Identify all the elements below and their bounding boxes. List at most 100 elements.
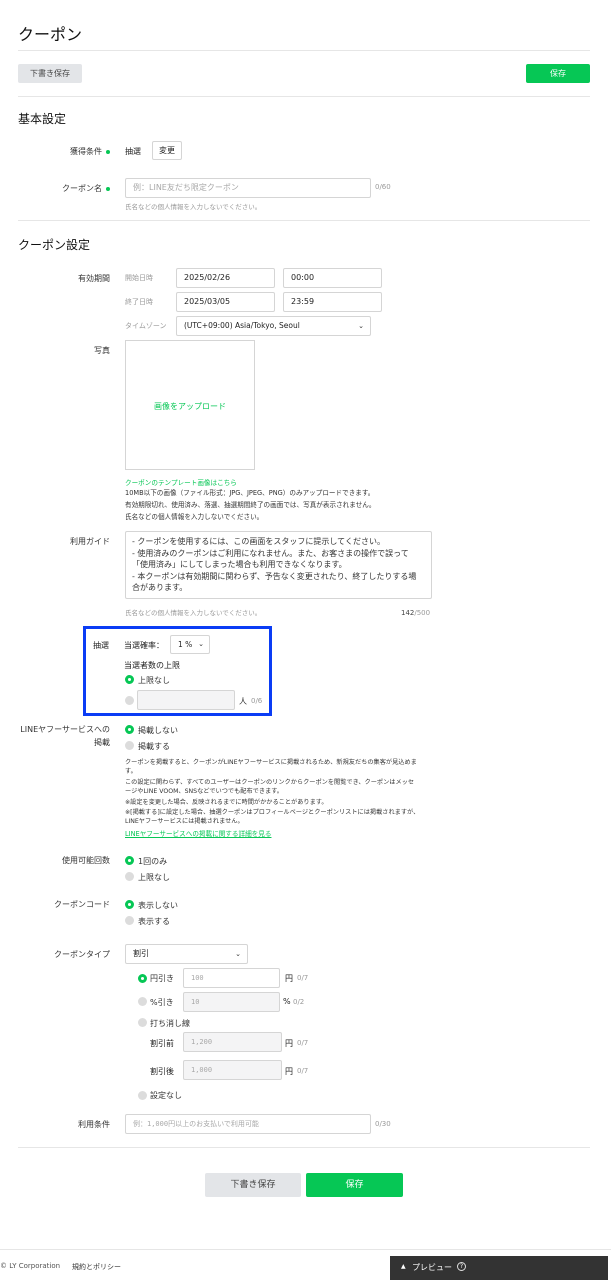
type-label: クーポンタイプ bbox=[54, 950, 110, 959]
before-counter: 0/7 bbox=[297, 1039, 309, 1047]
pct-unit: % bbox=[283, 997, 291, 1006]
guide-hint: 氏名などの個人情報を入力しないでください。 bbox=[125, 609, 262, 617]
chevron-down-icon: ⌄ bbox=[235, 950, 241, 958]
draft-save-button-bottom[interactable]: 下書き保存 bbox=[205, 1173, 301, 1197]
guide-textarea[interactable]: - クーポンを使用するには、この画面をスタッフに提示してください。 - 使用済み… bbox=[125, 531, 432, 599]
code-hide-radio[interactable] bbox=[125, 900, 134, 909]
code-label: クーポンコード bbox=[54, 900, 110, 909]
yahoo-yes-radio[interactable] bbox=[125, 741, 134, 750]
preview-label: プレビュー bbox=[412, 1263, 452, 1272]
coupon-name-input[interactable]: 例：LINE友だち限定クーポン bbox=[125, 178, 371, 198]
draft-save-button-top[interactable]: 下書き保存 bbox=[18, 64, 82, 83]
limit-radio[interactable] bbox=[125, 696, 134, 705]
pct-off-input[interactable]: 10 bbox=[183, 992, 280, 1012]
yen-off-input[interactable]: 100 bbox=[183, 968, 280, 988]
divider bbox=[18, 96, 590, 97]
footer-divider bbox=[0, 1249, 611, 1250]
strike-radio[interactable] bbox=[138, 1018, 147, 1027]
yahoo-label-1: LINEヤフーサービスへの bbox=[20, 725, 110, 734]
no-setting-label: 設定なし bbox=[150, 1091, 182, 1100]
code-show-label: 表示する bbox=[138, 917, 170, 926]
before-input[interactable]: 1,200 bbox=[183, 1032, 282, 1052]
acquire-value: 抽選 bbox=[125, 147, 141, 156]
yahoo-note: ージやLINE VOOM、SNSなどでいつでも配布できます。 bbox=[125, 788, 283, 795]
code-hide-label: 表示しない bbox=[138, 901, 178, 910]
guide-line: - 使用済みのクーポンはご利用になれません。また、お客さまの操作で誤って bbox=[132, 548, 409, 558]
divider bbox=[18, 220, 590, 221]
coupon-section-title: クーポン設定 bbox=[18, 238, 91, 252]
before-label: 割引前 bbox=[150, 1039, 174, 1048]
start-time-input[interactable]: 00:00 bbox=[283, 268, 382, 288]
acquire-label: 獲得条件 bbox=[40, 146, 110, 157]
template-link[interactable]: クーポンのテンプレート画像はこちら bbox=[125, 477, 237, 487]
strike-label: 打ち消し線 bbox=[150, 1019, 190, 1028]
before-unit: 円 bbox=[285, 1039, 293, 1048]
page-title: クーポン bbox=[18, 25, 83, 44]
yahoo-no-radio[interactable] bbox=[125, 725, 134, 734]
end-label: 終了日時 bbox=[125, 298, 153, 306]
yen-counter: 0/7 bbox=[297, 974, 309, 982]
yahoo-detail-link[interactable]: LINEヤフーサービスへの掲載に関する詳細を見る bbox=[125, 828, 271, 838]
after-input[interactable]: 1,000 bbox=[183, 1060, 282, 1080]
code-show-radio[interactable] bbox=[125, 916, 134, 925]
yahoo-label-2: 掲載 bbox=[94, 738, 110, 747]
pct-off-label: %引き bbox=[150, 998, 174, 1007]
chevron-down-icon: ⌄ bbox=[198, 640, 204, 648]
no-limit-radio[interactable] bbox=[125, 675, 134, 684]
save-button-bottom[interactable]: 保存 bbox=[306, 1173, 403, 1197]
yahoo-no-label: 掲載しない bbox=[138, 726, 178, 735]
yahoo-note: LINEヤフーサービスには掲載されません。 bbox=[125, 818, 244, 825]
person-counter: 0/6 bbox=[251, 697, 263, 705]
change-button[interactable]: 変更 bbox=[152, 141, 182, 160]
yahoo-note: す。 bbox=[125, 768, 137, 775]
photo-upload-box[interactable]: 画像をアップロード bbox=[125, 340, 255, 470]
after-counter: 0/7 bbox=[297, 1067, 309, 1075]
photo-note: 有効期限切れ、使用済み、落選、抽選期間終了の画面では、写真が表示されません。 bbox=[125, 501, 376, 509]
guide-counter: 142/500 bbox=[401, 609, 431, 617]
no-limit-label: 上限なし bbox=[138, 676, 170, 685]
guide-line: - 本クーポンは有効期間に関わらず、予告なく変更されたり、終了したりする場 bbox=[132, 571, 417, 581]
usage-once-radio[interactable] bbox=[125, 856, 134, 865]
preview-bar[interactable]: ▲ プレビュー ? bbox=[390, 1256, 608, 1280]
type-select[interactable]: 割引 ⌄ bbox=[125, 944, 248, 964]
guide-label: 利用ガイド bbox=[70, 537, 110, 546]
terms-label: 利用条件 bbox=[78, 1120, 110, 1129]
end-date-input[interactable]: 2025/03/05 bbox=[176, 292, 275, 312]
timezone-select[interactable]: (UTC+09:00) Asia/Tokyo, Seoul ⌄ bbox=[176, 316, 371, 336]
pct-counter: 0/2 bbox=[293, 998, 305, 1006]
person-unit: 人 bbox=[239, 697, 247, 706]
coupon-name-hint: 氏名などの個人情報を入力しないでください。 bbox=[125, 203, 262, 211]
coupon-name-counter: 0/60 bbox=[375, 183, 391, 191]
usage-unlimited-radio[interactable] bbox=[125, 872, 134, 881]
upload-label[interactable]: 画像をアップロード bbox=[126, 401, 254, 412]
usage-once-label: 1回のみ bbox=[138, 857, 168, 866]
lottery-label: 抽選 bbox=[93, 641, 109, 650]
start-label: 開始日時 bbox=[125, 274, 153, 282]
winner-count-input[interactable] bbox=[137, 690, 235, 710]
prob-select[interactable]: 1 % ⌄ bbox=[170, 635, 210, 654]
no-setting-radio[interactable] bbox=[138, 1091, 147, 1100]
usage-unlimited-label: 上限なし bbox=[138, 873, 170, 882]
divider bbox=[18, 50, 590, 51]
after-label: 割引後 bbox=[150, 1067, 174, 1076]
divider bbox=[18, 1147, 590, 1148]
winner-limit-label: 当選者数の上限 bbox=[124, 661, 180, 670]
guide-line: 合があります。 bbox=[132, 583, 188, 592]
guide-line: 「使用済み」にしてしまった場合も利用できなくなります。 bbox=[132, 560, 347, 569]
yahoo-note: ※設定を変更した場合、反映されるまでに時間がかかることがあります。 bbox=[125, 799, 328, 806]
end-time-input[interactable]: 23:59 bbox=[283, 292, 382, 312]
save-button-top[interactable]: 保存 bbox=[526, 64, 590, 83]
yahoo-yes-label: 掲載する bbox=[138, 742, 170, 751]
policy-link[interactable]: 規約とポリシー bbox=[72, 1262, 121, 1272]
yen-off-label: 円引き bbox=[150, 974, 174, 983]
help-icon: ? bbox=[457, 1262, 466, 1271]
coupon-name-label: クーポン名 bbox=[40, 183, 110, 194]
terms-input[interactable]: 例：1,000円以上のお支払いで利用可能 bbox=[125, 1114, 371, 1134]
yahoo-note: クーポンを掲載すると、クーポンがLINEヤフーサービスに掲載されるため、新規友だ… bbox=[125, 759, 417, 766]
start-date-input[interactable]: 2025/02/26 bbox=[176, 268, 275, 288]
required-dot bbox=[106, 186, 110, 191]
pct-off-radio[interactable] bbox=[138, 997, 147, 1006]
chevron-up-icon: ▲ bbox=[401, 1263, 406, 1270]
photo-note: 10MB以下の画像（ファイル形式：JPG、JPEG、PNG）のみアップロードでき… bbox=[125, 489, 375, 497]
yen-off-radio[interactable] bbox=[138, 974, 147, 983]
